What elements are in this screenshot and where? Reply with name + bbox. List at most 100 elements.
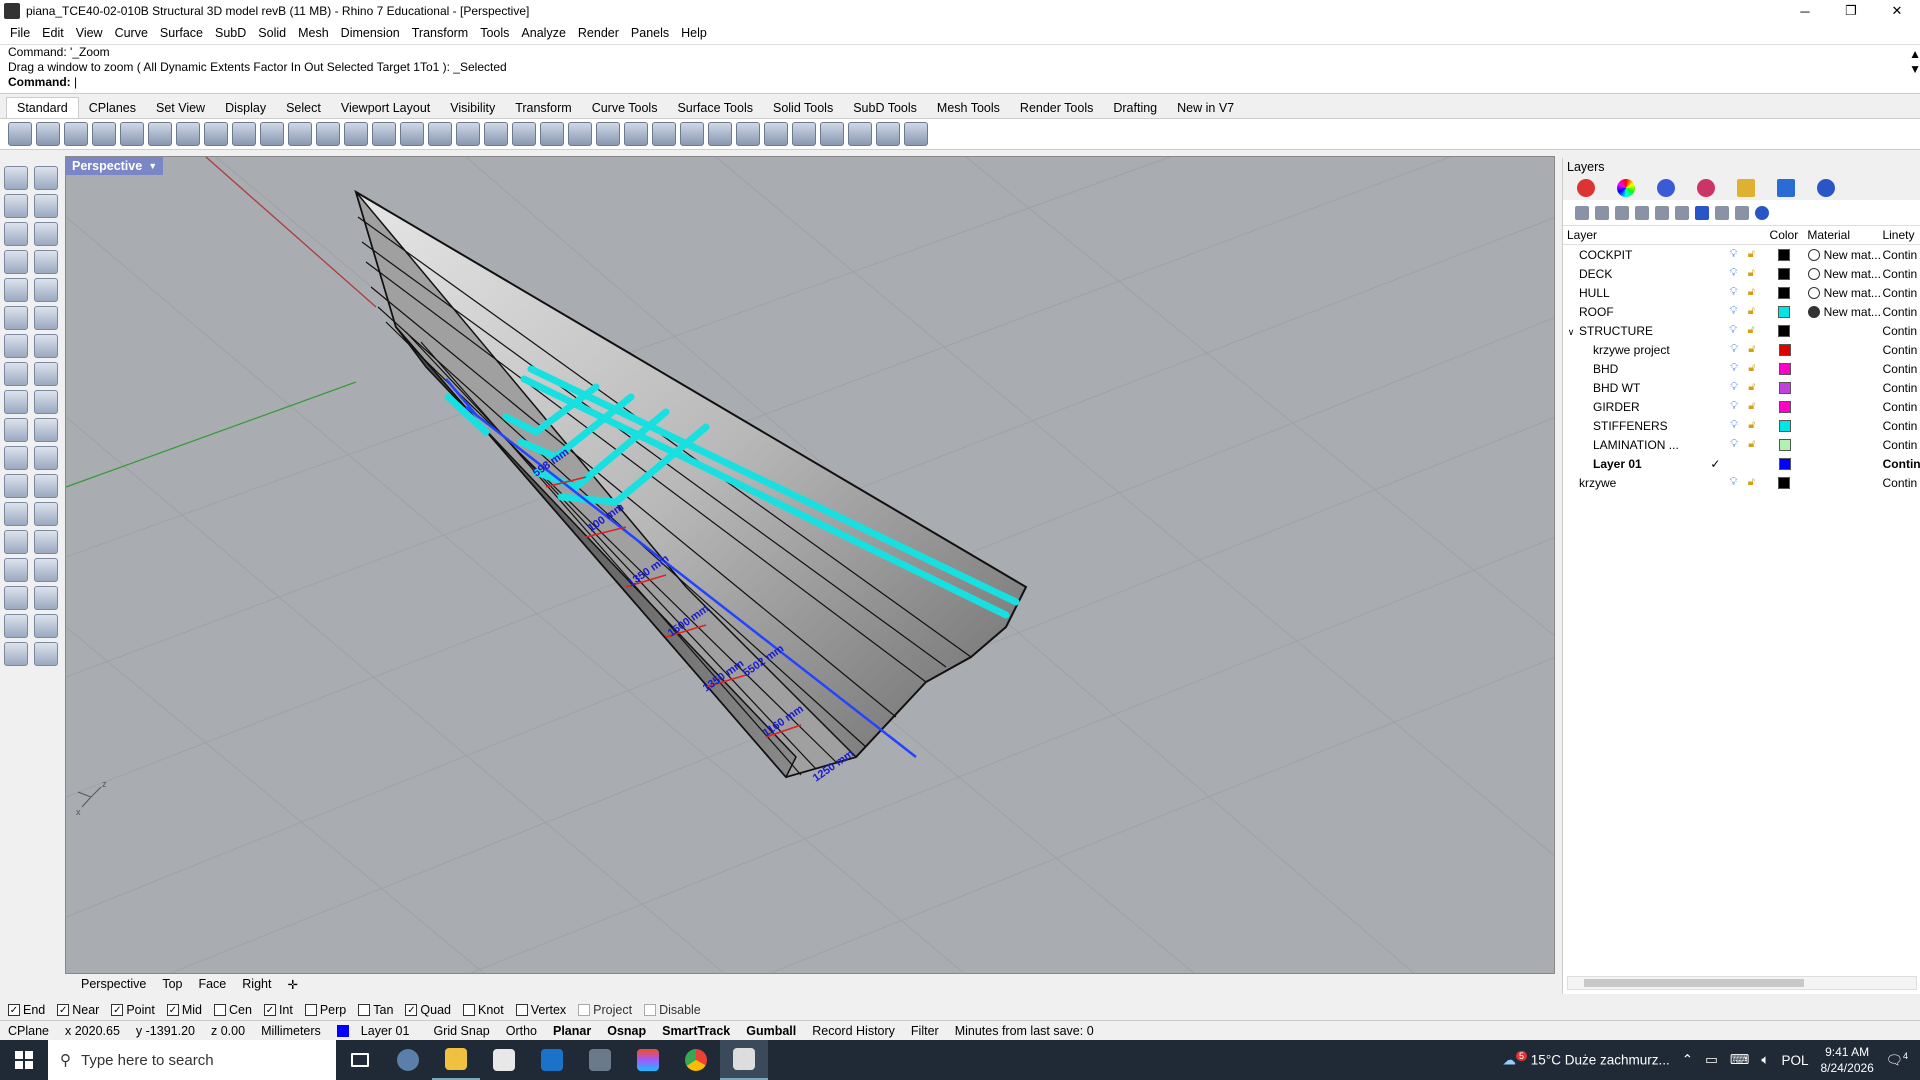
layers-horizontal-scrollbar[interactable] (1567, 976, 1917, 990)
analyze-icon[interactable] (4, 614, 28, 638)
paste-icon[interactable] (204, 122, 228, 146)
layer-name[interactable]: ∨ STRUCTURE (1563, 324, 1704, 338)
layer-color-cell[interactable] (1761, 286, 1808, 299)
boolean-icon[interactable] (34, 334, 58, 358)
osnap-perp[interactable]: Perp (304, 1003, 346, 1017)
layer-row[interactable]: STIFFENERS 💡︎ 🔓︎ Contin (1563, 416, 1920, 435)
header-layer[interactable]: Layer (1563, 228, 1704, 242)
notification-icon[interactable]: 🗨︎4 (1886, 1051, 1908, 1069)
measure-icon[interactable] (34, 558, 58, 582)
record-history-toggle[interactable]: Record History (804, 1024, 903, 1038)
menu-mesh[interactable]: Mesh (292, 26, 335, 40)
lightbulb-icon[interactable]: 💡︎ (1725, 248, 1742, 261)
layer-linetype-cell[interactable]: Contin (1882, 324, 1920, 338)
offset-icon[interactable] (4, 474, 28, 498)
clock[interactable]: 9:41 AM 8/24/2026 (1820, 1044, 1873, 1076)
layer-color-cell[interactable] (1761, 362, 1808, 375)
layer-row[interactable]: ROOF 💡︎ 🔓︎ New mat... Contin (1563, 302, 1920, 321)
vp-tab-perspective[interactable]: Perspective (73, 977, 154, 991)
arc-icon[interactable] (34, 222, 58, 246)
tab-mesh-tools[interactable]: Mesh Tools (927, 98, 1010, 118)
language-indicator[interactable]: POL (1781, 1053, 1808, 1068)
osnap-tan[interactable]: Tan (358, 1003, 393, 1017)
car-icon[interactable] (484, 122, 508, 146)
warning-icon[interactable] (34, 642, 58, 666)
taskbar-app-outlook[interactable] (528, 1040, 576, 1080)
save-icon[interactable] (64, 122, 88, 146)
layer-row[interactable]: ∨ STRUCTURE 💡︎ 🔓︎ Contin (1563, 321, 1920, 340)
layer-name[interactable]: krzywe (1563, 476, 1705, 490)
checkbox[interactable] (214, 1004, 226, 1016)
align-icon[interactable] (34, 586, 58, 610)
taskbar-search[interactable]: ⚲ Type here to search (48, 1040, 336, 1080)
dimension-icon[interactable] (34, 502, 58, 526)
smarttrack-toggle[interactable]: SmartTrack (654, 1024, 738, 1038)
shaded-sphere-icon[interactable] (736, 122, 760, 146)
print-icon[interactable] (92, 122, 116, 146)
layer-color-cell[interactable] (1761, 438, 1808, 451)
undo-icon[interactable] (232, 122, 256, 146)
checkbox[interactable]: ✓ (57, 1004, 70, 1016)
cylinder-icon[interactable] (4, 362, 28, 386)
cut-icon[interactable] (148, 122, 172, 146)
open-file-icon[interactable] (36, 122, 60, 146)
export-icon[interactable] (120, 122, 144, 146)
osnap-near[interactable]: ✓ Near (57, 1003, 99, 1017)
osnap-vertex[interactable]: Vertex (515, 1003, 566, 1017)
sphere-icon[interactable] (708, 122, 732, 146)
group-icon[interactable] (4, 446, 28, 470)
lightbulb-icon[interactable]: 💡︎ (1726, 438, 1743, 451)
unlock-icon[interactable]: 🔓︎ (1742, 400, 1761, 413)
checkbox[interactable]: ✓ (405, 1004, 418, 1016)
help-icon[interactable] (1755, 205, 1769, 220)
display-icon[interactable]: ⌨ (1730, 1052, 1750, 1068)
layer-linetype-cell[interactable]: Contin (1883, 419, 1920, 433)
lock-icon[interactable] (624, 122, 648, 146)
checkbox[interactable]: ✓ (263, 1004, 276, 1016)
checkbox[interactable] (515, 1004, 528, 1016)
layer-row[interactable]: Layer 01 ✓ Contin (1563, 454, 1920, 473)
planar-toggle[interactable]: Planar (545, 1024, 599, 1038)
add-viewport-icon[interactable]: ✛ (279, 977, 305, 992)
layer-material-cell[interactable]: New mat... (1807, 286, 1883, 300)
layer-name[interactable]: LAMINATION ... (1563, 438, 1705, 452)
tools-icon[interactable] (1735, 205, 1749, 220)
pan-hand-icon[interactable] (260, 122, 284, 146)
task-view-button[interactable] (336, 1040, 384, 1080)
zoom-window-icon[interactable] (344, 122, 368, 146)
header-material[interactable]: Material (1807, 228, 1882, 242)
cube-icon[interactable] (4, 558, 28, 582)
maximize-button[interactable]: ❐ (1828, 0, 1874, 22)
new-layer-icon[interactable] (1575, 205, 1589, 220)
layer-linetype-cell[interactable]: Contin (1883, 457, 1920, 471)
properties-tab-icon[interactable] (1697, 179, 1715, 197)
taskbar-app-settings[interactable] (384, 1040, 432, 1080)
current-layer-check-icon[interactable]: ✓ (1705, 457, 1726, 471)
layer-row[interactable]: LAMINATION ... 💡︎ 🔓︎ Contin (1563, 435, 1920, 454)
minimize-button[interactable]: ─ (1782, 0, 1828, 22)
menu-transform[interactable]: Transform (406, 26, 475, 40)
check-icon[interactable] (34, 614, 58, 638)
render-icon[interactable] (4, 642, 28, 666)
layer-linetype-cell[interactable]: Contin (1883, 362, 1920, 376)
unlock-icon[interactable]: 🔓︎ (1742, 381, 1761, 394)
options-gear-icon[interactable] (820, 122, 844, 146)
cplane-label[interactable]: CPlane (0, 1024, 57, 1038)
layer-linetype-cell[interactable]: Contin (1883, 286, 1920, 300)
units-label[interactable]: Millimeters (253, 1024, 329, 1038)
layer-row[interactable]: COCKPIT 💡︎ 🔓︎ New mat... Contin (1563, 245, 1920, 264)
chevron-down-icon[interactable]: ∨ (1563, 327, 1579, 338)
grid-snap-toggle[interactable]: Grid Snap (425, 1024, 497, 1038)
lightbulb-icon[interactable]: 💡︎ (1725, 324, 1742, 337)
zoom-icon[interactable] (316, 122, 340, 146)
materials-tab-icon[interactable] (1617, 179, 1635, 197)
checkbox[interactable] (358, 1004, 371, 1016)
layer-row[interactable]: BHD WT 💡︎ 🔓︎ Contin (1563, 378, 1920, 397)
menu-analyze[interactable]: Analyze (515, 26, 571, 40)
tab-visibility[interactable]: Visibility (440, 98, 505, 118)
layer-row[interactable]: krzywe 💡︎ 🔓︎ Contin (1563, 473, 1920, 492)
help-icon[interactable] (904, 122, 928, 146)
fillet-icon[interactable] (34, 278, 58, 302)
osnap-project[interactable]: Project (578, 1003, 632, 1017)
tab-cplanes[interactable]: CPlanes (79, 98, 146, 118)
